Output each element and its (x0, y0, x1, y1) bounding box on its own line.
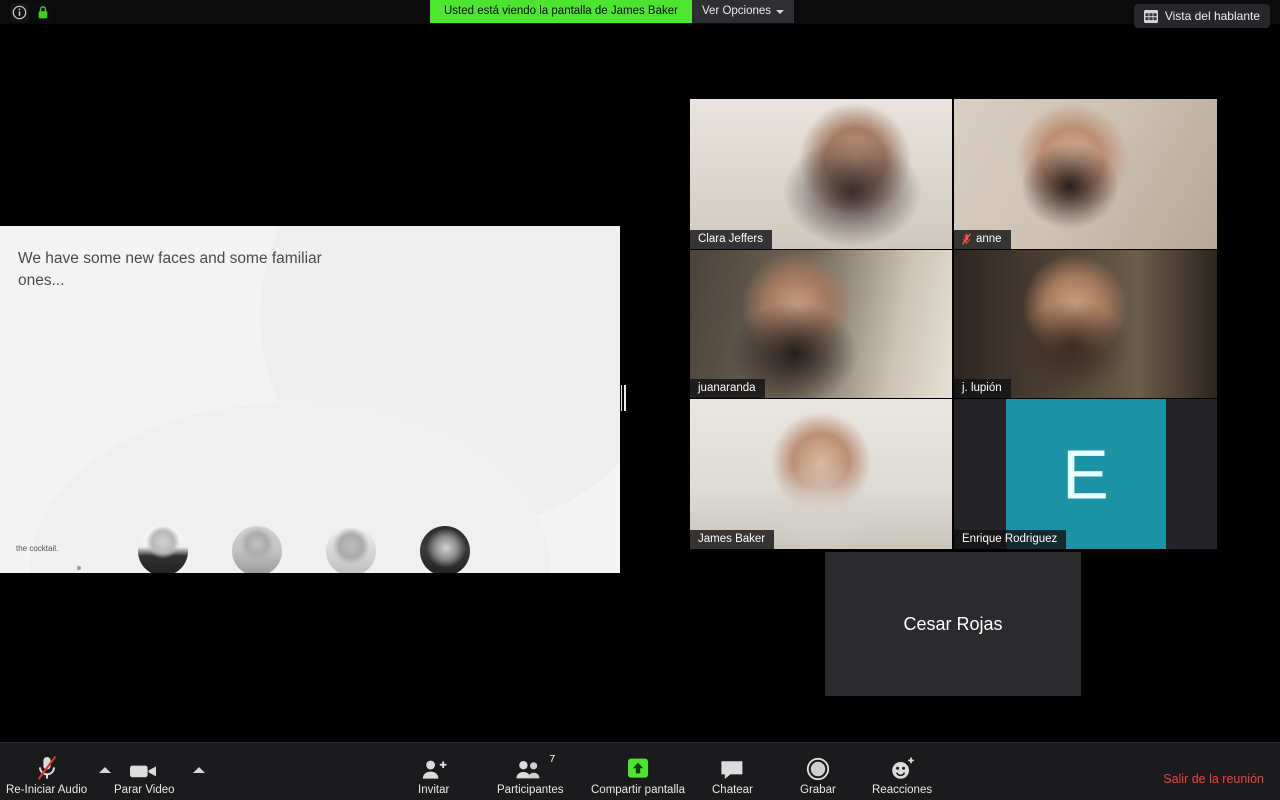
camera-icon (129, 755, 159, 781)
reactions-button-label: Reacciones (872, 784, 933, 796)
video-tile-clara-jeffers[interactable]: Clara Jeffers (690, 99, 952, 249)
chevron-up-icon (99, 767, 111, 773)
slide-marker-dot (77, 566, 81, 570)
record-button-label: Grabar (800, 784, 836, 796)
meeting-toolbar: Re-Iniciar Audio Parar Video Invitar 7 P… (0, 742, 1280, 800)
muted-mic-icon (962, 233, 971, 245)
audio-button-label: Re-Iniciar Audio (6, 784, 88, 796)
share-resize-handle[interactable] (620, 384, 626, 412)
participant-initial-avatar: E (1005, 399, 1166, 549)
participant-name: j. lupión (962, 382, 1002, 394)
participant-name: Cesar Rojas (903, 613, 1003, 634)
video-tile-anne[interactable]: anne (954, 99, 1217, 249)
slide-title: We have some new faces and some familiar… (18, 250, 322, 289)
team-member-photo (137, 526, 188, 573)
invite-button[interactable]: Invitar (418, 755, 449, 796)
team-member: Clara Jeffers Head of Design (412, 526, 477, 573)
audio-options-chevron[interactable] (97, 762, 113, 778)
participants-button-label: Participantes (497, 784, 564, 796)
muted-mic-icon (35, 755, 59, 781)
team-member-photo (231, 526, 282, 573)
chat-button-label: Chatear (712, 784, 753, 796)
video-feed (954, 250, 1217, 398)
video-tile-cesar-rojas[interactable]: Cesar Rojas (825, 552, 1081, 696)
grid-view-icon (1143, 9, 1158, 23)
team-member-photo (325, 526, 376, 573)
slide-footer-brand: the cocktail. (16, 544, 59, 553)
participants-icon: 7 (515, 753, 555, 781)
video-feed (954, 99, 1217, 249)
chat-bubble-icon (719, 755, 745, 781)
lock-icon[interactable] (33, 3, 52, 22)
info-icon[interactable] (10, 3, 29, 22)
chevron-down-icon (776, 9, 785, 14)
video-options-chevron[interactable] (191, 762, 207, 778)
team-row-1: James Baker Strategy Lead and Project Ma… (130, 526, 477, 573)
video-tile-juanaranda[interactable]: juanaranda (690, 250, 952, 398)
invite-button-label: Invitar (418, 784, 450, 796)
reactions-button[interactable]: Reacciones (872, 755, 932, 796)
chat-button[interactable]: Chatear (712, 755, 753, 796)
avatar-initial: E (1062, 435, 1109, 513)
chevron-up-icon (193, 767, 205, 773)
share-screen-icon (625, 755, 651, 781)
participant-name-label: anne (954, 230, 1011, 249)
view-options-label: Ver Opciones (701, 5, 772, 17)
screen-share-banner: Usted está viendo la pantalla de James B… (430, 0, 795, 23)
share-screen-button[interactable]: Compartir pantalla (591, 755, 685, 796)
speaker-view-label: Vista del hablante (1164, 9, 1260, 23)
participant-name: Clara Jeffers (698, 233, 763, 245)
video-button-label: Parar Video (114, 784, 175, 796)
participant-name: Enrique Rodriguez (962, 533, 1058, 545)
record-icon (806, 755, 830, 781)
participant-name-label: Enrique Rodriguez (954, 530, 1067, 549)
video-feed (690, 99, 952, 249)
share-banner-text: Usted está viendo la pantalla de James B… (430, 0, 692, 23)
reactions-icon (889, 755, 915, 781)
shared-screen-content[interactable]: We have some new faces and some familiar… (0, 226, 620, 573)
participants-count-badge: 7 (549, 753, 556, 765)
participant-name-label: Clara Jeffers (690, 230, 772, 249)
participant-name-label: j. lupión (954, 379, 1011, 398)
video-button[interactable]: Parar Video (114, 755, 175, 796)
top-bar: Usted está viendo la pantalla de James B… (0, 0, 1280, 28)
team-member: Juan Aranda (JJ) Product and UX Lead (224, 526, 289, 573)
team-member: Henry Rodriguez Service Designer (318, 526, 383, 573)
add-person-icon (421, 755, 447, 781)
video-tile-j-lupion[interactable]: j. lupión (954, 250, 1217, 398)
leave-meeting-button[interactable]: Salir de la reunión (1163, 772, 1264, 786)
participant-name: juanaranda (698, 382, 756, 394)
video-feed (690, 399, 952, 549)
status-icons (10, 3, 52, 22)
view-options-button[interactable]: Ver Opciones (691, 0, 795, 23)
team-member-photo (419, 526, 470, 573)
record-button[interactable]: Grabar (800, 755, 836, 796)
audio-button[interactable]: Re-Iniciar Audio (6, 755, 87, 796)
participants-button[interactable]: 7 Participantes (497, 753, 564, 796)
speaker-view-button[interactable]: Vista del hablante (1133, 4, 1270, 28)
video-tile-enrique-rodriguez[interactable]: E Enrique Rodriguez (954, 399, 1217, 549)
participant-name: James Baker (698, 533, 766, 545)
video-feed (690, 250, 952, 398)
share-screen-button-label: Compartir pantalla (591, 784, 685, 796)
participant-name: anne (976, 233, 1002, 245)
video-tile-james-baker[interactable]: James Baker (690, 399, 952, 549)
participant-name-label: James Baker (690, 530, 775, 549)
team-member: James Baker Strategy Lead and Project Ma… (130, 526, 195, 573)
participant-name-label: juanaranda (690, 379, 765, 398)
